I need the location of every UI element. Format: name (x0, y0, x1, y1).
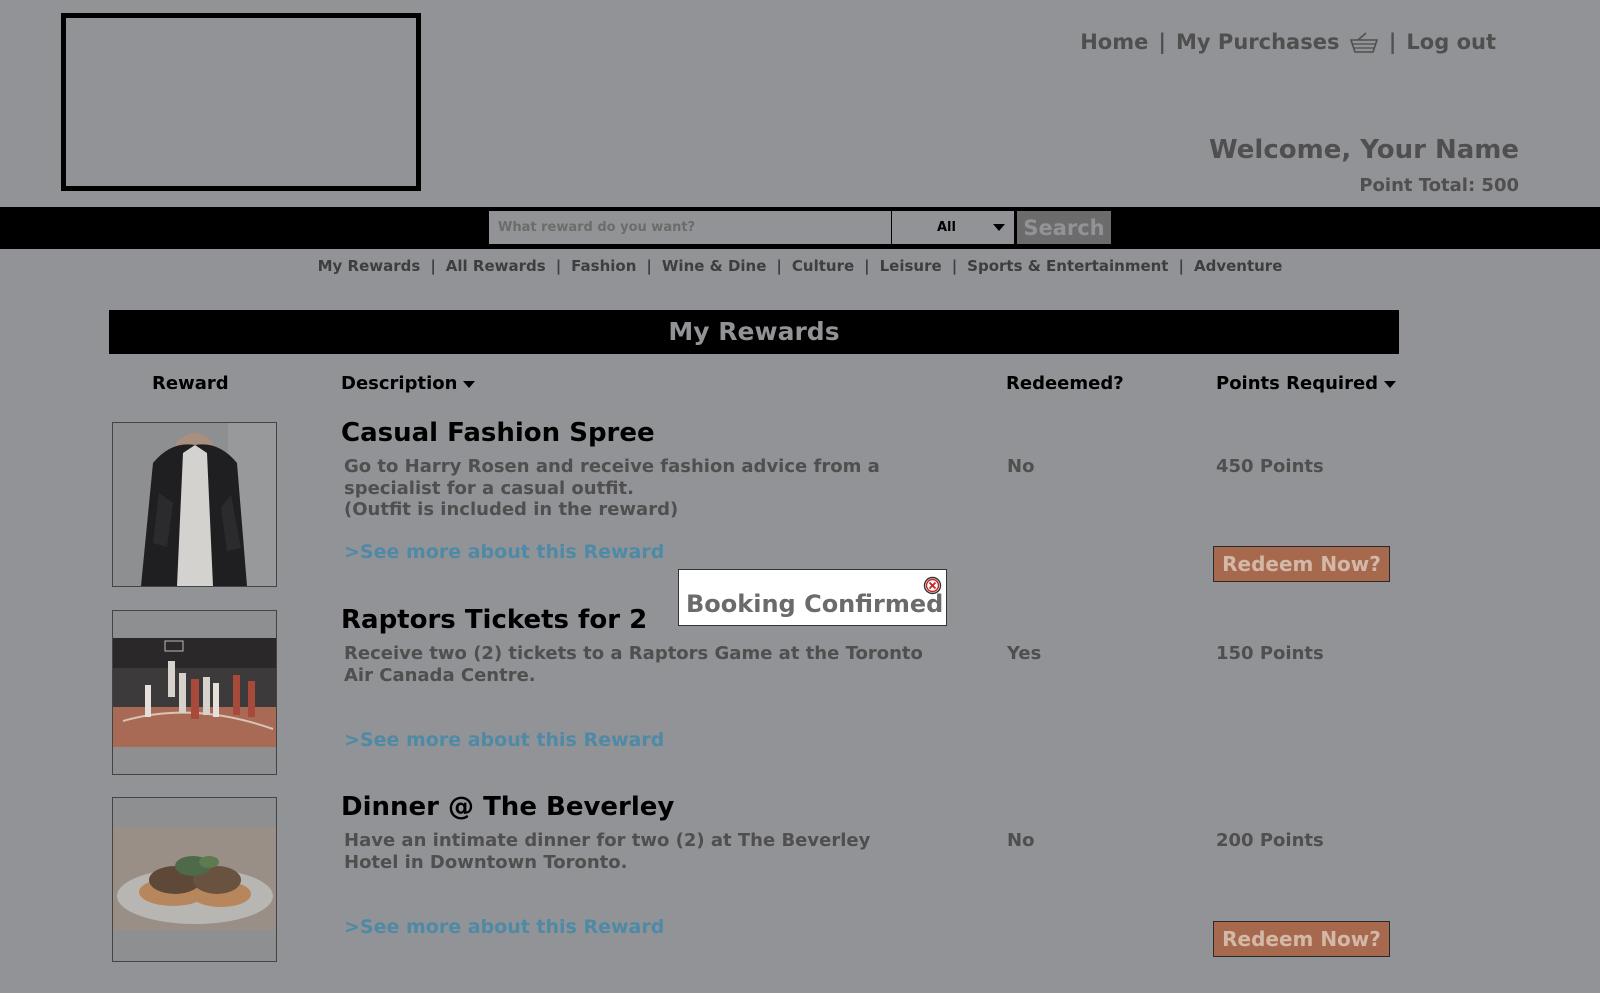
section-title: My Rewards (109, 310, 1399, 354)
column-header-reward: Reward (152, 373, 229, 394)
column-header-reward-label: Reward (152, 373, 229, 394)
sort-down-icon[interactable] (463, 380, 476, 388)
reward-description: Have an intimate dinner for two (2) at T… (344, 830, 871, 873)
reward-image-raptors[interactable] (112, 610, 277, 775)
man-in-blazer-photo (113, 423, 276, 586)
category-wine-dine[interactable]: Wine & Dine (662, 257, 767, 275)
close-icon[interactable] (923, 576, 942, 595)
redeem-now-button[interactable]: Redeem Now? (1213, 546, 1390, 582)
category-fashion[interactable]: Fashion (571, 257, 636, 275)
column-header-points[interactable]: Points Required (1216, 373, 1397, 394)
nav-separator: | (1388, 30, 1397, 54)
reward-image-fashion[interactable] (112, 422, 277, 587)
nav-separator: | (1178, 257, 1184, 275)
redeemed-status: Yes (1007, 643, 1042, 664)
plated-dinner-photo (113, 798, 276, 961)
see-more-link[interactable]: >See more about this Reward (344, 729, 664, 751)
category-select[interactable]: All (892, 211, 1014, 244)
nav-separator: | (864, 257, 870, 275)
basketball-game-photo (113, 611, 276, 774)
my-purchases-link[interactable]: My Purchases (1176, 30, 1379, 54)
nav-separator: | (1158, 30, 1167, 54)
redeem-now-button[interactable]: Redeem Now? (1213, 921, 1390, 957)
category-adventure[interactable]: Adventure (1194, 257, 1282, 275)
column-header-description[interactable]: Description (341, 373, 476, 394)
logo-placeholder (61, 13, 421, 191)
nav-separator: | (430, 257, 436, 275)
reward-title: Raptors Tickets for 2 (341, 605, 648, 635)
category-sports-entertainment[interactable]: Sports & Entertainment (967, 257, 1168, 275)
points-required: 150 Points (1216, 643, 1324, 664)
column-header-points-label: Points Required (1216, 373, 1379, 394)
booking-confirmed-dialog: Booking Confirmed (678, 569, 947, 626)
home-link[interactable]: Home (1080, 30, 1148, 54)
search-input[interactable] (489, 211, 891, 244)
top-nav: Home | My Purchases | Log out (1080, 30, 1496, 54)
nav-separator: | (951, 257, 958, 275)
reward-image-dinner[interactable] (112, 797, 277, 962)
reward-description: Go to Harry Rosen and receive fashion ad… (344, 456, 880, 520)
dialog-message: Booking Confirmed (686, 590, 944, 618)
search-button[interactable]: Search (1017, 211, 1111, 244)
category-all-rewards[interactable]: All Rewards (446, 257, 546, 275)
nav-separator: | (776, 257, 782, 275)
category-my-rewards[interactable]: My Rewards (318, 257, 421, 275)
points-required: 450 Points (1216, 456, 1324, 477)
search-bar: All Search (0, 207, 1600, 249)
chevron-down-icon (993, 224, 1005, 231)
nav-separator: | (555, 257, 562, 275)
column-header-redeemed: Redeemed? (1006, 373, 1124, 394)
category-leisure[interactable]: Leisure (880, 257, 942, 275)
reward-title: Dinner @ The Beverley (341, 792, 675, 822)
column-header-redeemed-label: Redeemed? (1006, 373, 1124, 394)
category-culture[interactable]: Culture (792, 257, 854, 275)
nav-separator: | (646, 257, 652, 275)
points-required: 200 Points (1216, 830, 1324, 851)
reward-title: Casual Fashion Spree (341, 418, 655, 448)
my-purchases-label: My Purchases (1176, 30, 1340, 54)
basket-icon (1349, 32, 1378, 53)
see-more-link[interactable]: >See more about this Reward (344, 541, 664, 563)
column-header-description-label: Description (341, 373, 458, 394)
sort-down-icon[interactable] (1384, 380, 1397, 388)
welcome-message: Welcome, Your Name (1209, 135, 1519, 165)
redeemed-status: No (1007, 456, 1035, 477)
point-total: Point Total: 500 (1359, 175, 1519, 196)
reward-description: Receive two (2) tickets to a Raptors Gam… (344, 643, 923, 686)
see-more-link[interactable]: >See more about this Reward (344, 916, 664, 938)
logout-link[interactable]: Log out (1406, 30, 1496, 54)
category-select-value: All (937, 220, 956, 235)
redeemed-status: No (1007, 830, 1035, 851)
category-nav: My Rewards | All Rewards | Fashion | Wine & Di… (0, 257, 1600, 275)
